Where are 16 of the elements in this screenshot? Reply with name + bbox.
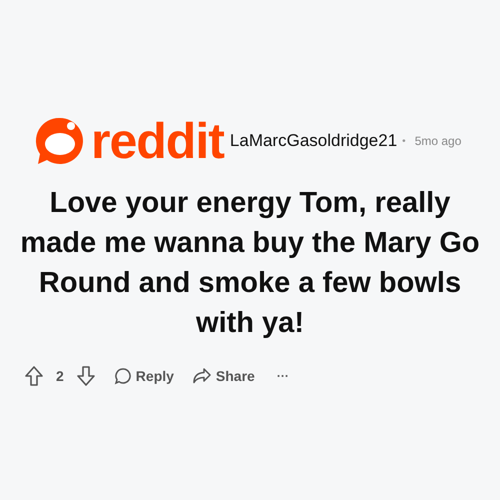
speech-bubble-icon: [114, 367, 132, 385]
share-button[interactable]: Share: [192, 367, 255, 385]
reply-button[interactable]: Reply: [114, 367, 174, 385]
separator-dot: •: [402, 136, 406, 146]
timestamp: 5mo ago: [414, 134, 462, 148]
logo-wordmark: reddit: [91, 116, 224, 166]
arrow-down-icon: [76, 365, 96, 387]
author-name[interactable]: LaMarcGasoldridge21: [230, 131, 398, 151]
vote-count: 2: [56, 368, 64, 384]
comment-text: Love your energy Tom, really made me wanna buy the Mary Go Round and smoke a few bowls with ya!: [19, 186, 481, 341]
downvote-button[interactable]: [76, 365, 96, 387]
arrow-up-icon: [24, 365, 44, 387]
upvote-button[interactable]: [24, 365, 44, 387]
share-arrow-icon: [192, 367, 212, 385]
more-button[interactable]: ···: [276, 369, 289, 383]
logo-icon: [35, 116, 85, 166]
